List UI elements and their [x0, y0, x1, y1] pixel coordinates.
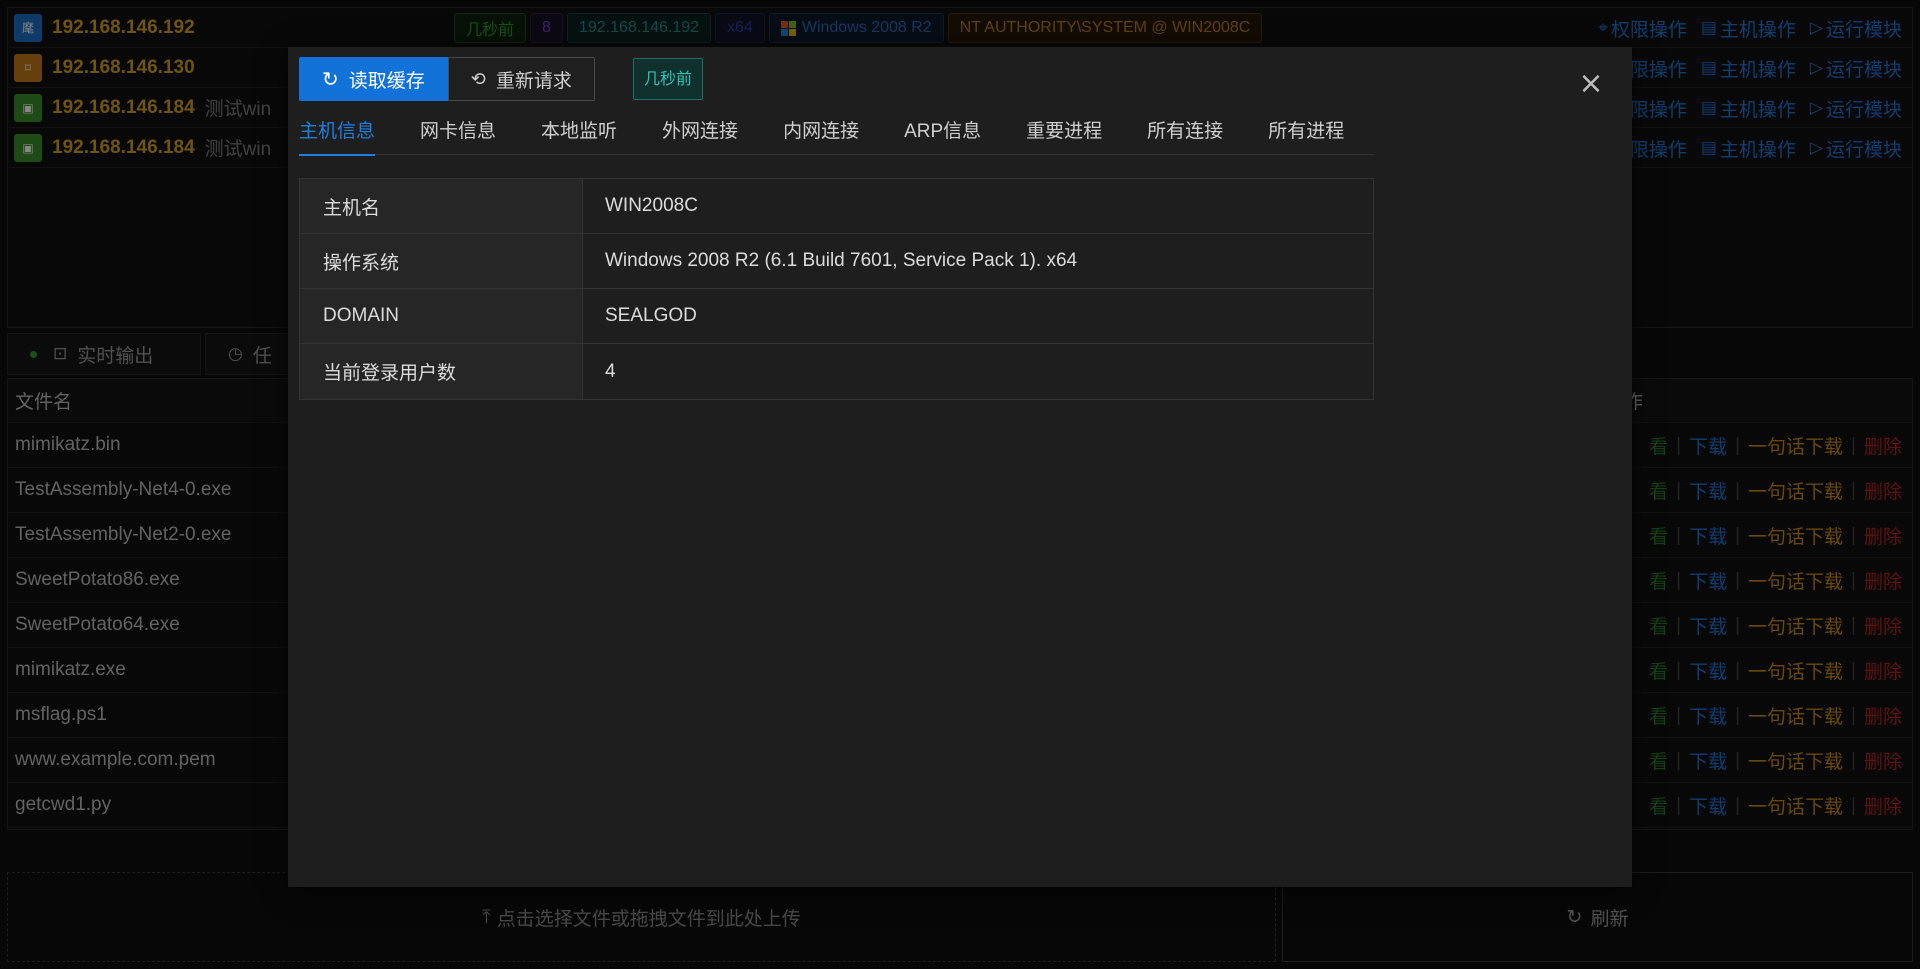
re-request-label: 重新请求	[495, 70, 572, 92]
info-value: 4	[583, 344, 1373, 399]
info-key: 主机名	[300, 179, 583, 233]
retry-icon: ⟲	[470, 68, 486, 90]
host-info-table: 主机名 WIN2008C 操作系统 Windows 2008 R2 (6.1 B…	[299, 178, 1374, 400]
tab-external-conn[interactable]: 外网连接	[662, 113, 738, 155]
table-row: 主机名 WIN2008C	[300, 179, 1373, 234]
info-value: Windows 2008 R2 (6.1 Build 7601, Service…	[583, 234, 1373, 288]
tab-key-processes[interactable]: 重要进程	[1026, 113, 1102, 155]
tab-all-processes[interactable]: 所有进程	[1268, 113, 1344, 155]
read-cache-label: 读取缓存	[348, 70, 425, 92]
tab-internal-conn[interactable]: 内网连接	[783, 113, 859, 155]
info-key: 操作系统	[300, 234, 583, 288]
tab-local-listen[interactable]: 本地监听	[541, 113, 617, 155]
cache-button-group: ↻ 读取缓存 ⟲ 重新请求	[299, 57, 595, 101]
re-request-button[interactable]: ⟲ 重新请求	[447, 57, 595, 101]
host-info-tabs: 主机信息 网卡信息 本地监听 外网连接 内网连接 ARP信息 重要进程 所有连接…	[299, 113, 1374, 156]
tab-host-info[interactable]: 主机信息	[299, 113, 376, 156]
cache-time-tag: 几秒前	[633, 58, 704, 100]
table-row: 当前登录用户数 4	[300, 344, 1373, 399]
close-icon[interactable]: ×	[1576, 69, 1606, 99]
info-value: SEALGOD	[583, 289, 1373, 343]
tab-all-connections[interactable]: 所有连接	[1147, 113, 1223, 155]
tab-arp-info[interactable]: ARP信息	[904, 113, 981, 155]
read-cache-button[interactable]: ↻ 读取缓存	[299, 57, 448, 101]
tab-nic-info[interactable]: 网卡信息	[420, 113, 496, 155]
table-row: 操作系统 Windows 2008 R2 (6.1 Build 7601, Se…	[300, 234, 1373, 289]
host-info-modal: ↻ 读取缓存 ⟲ 重新请求 几秒前 × 主机信息 网卡信息 本地监听 外网连接 …	[288, 47, 1632, 887]
info-value: WIN2008C	[583, 179, 1373, 233]
info-key: DOMAIN	[300, 289, 583, 343]
info-key: 当前登录用户数	[300, 344, 583, 399]
table-row: DOMAIN SEALGOD	[300, 289, 1373, 344]
refresh-icon: ↻	[322, 67, 339, 91]
